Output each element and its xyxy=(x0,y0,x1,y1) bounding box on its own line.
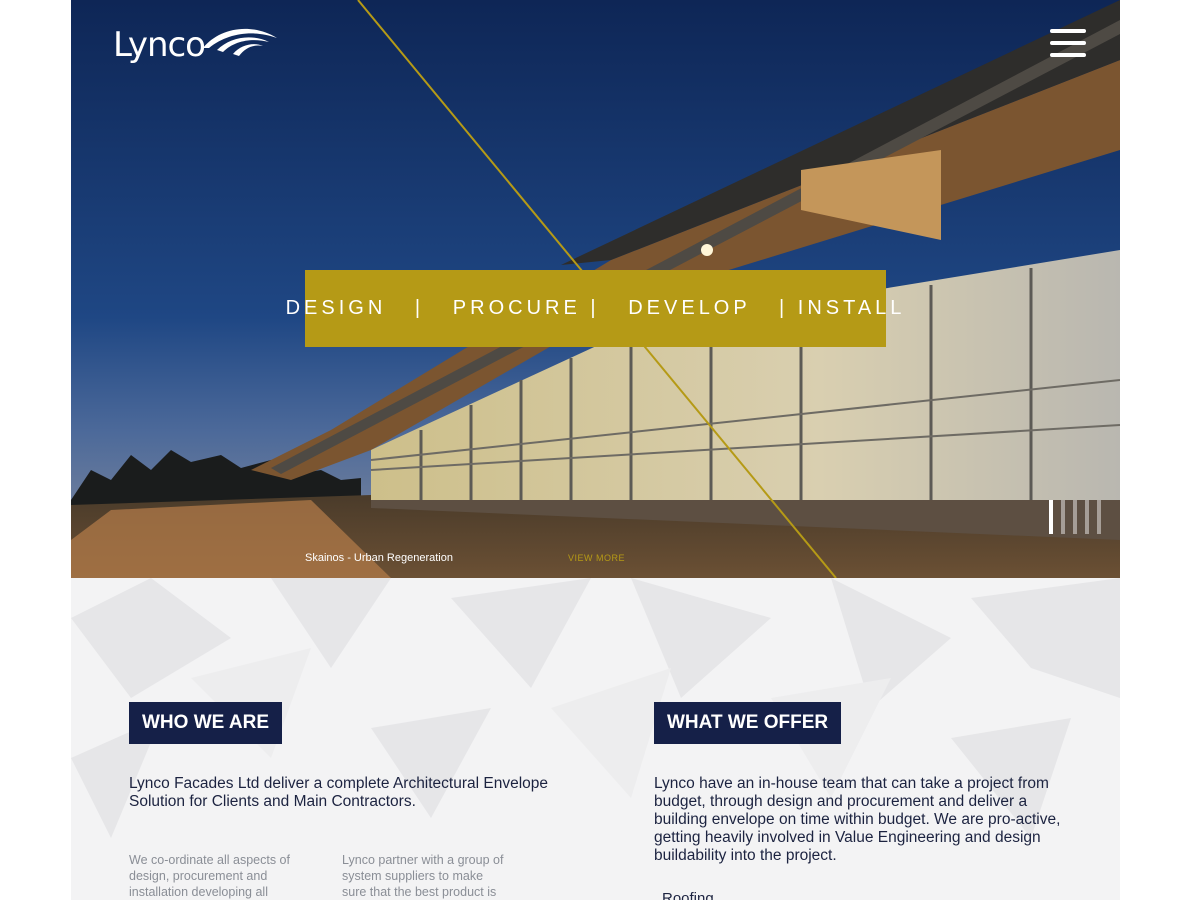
slide-caption: Skainos - Urban Regeneration xyxy=(305,552,453,564)
page: Lynco DESIGN | PROCURE | DEVELOP | INSTA… xyxy=(71,0,1120,900)
offer-item-roofing[interactable]: Roofing xyxy=(662,890,714,900)
slider-indicators xyxy=(1049,500,1101,534)
who-we-are-heading: WHO WE ARE xyxy=(129,702,283,744)
what-we-offer-section: WHAT WE OFFER Lynco have an in-house tea… xyxy=(654,702,1074,900)
menu-bar xyxy=(1050,41,1086,45)
who-we-are-columns: We co-ordinate all aspects of design, pr… xyxy=(129,852,599,900)
hero-slider: Lynco DESIGN | PROCURE | DEVELOP | INSTA… xyxy=(71,0,1120,578)
who-we-are-lead: Lynco Facades Ltd deliver a complete Arc… xyxy=(129,775,549,810)
slide-indicator[interactable] xyxy=(1061,500,1065,534)
hero-tagline: DESIGN | PROCURE | DEVELOP | INSTALL xyxy=(286,270,901,347)
slide-indicator[interactable] xyxy=(1073,500,1077,534)
who-we-are-text-1: We co-ordinate all aspects of design, pr… xyxy=(129,853,290,899)
who-we-are-section: WHO WE ARE Lynco Facades Ltd deliver a c… xyxy=(129,702,599,899)
what-we-offer-lead: Lynco have an in-house team that can tak… xyxy=(654,775,1061,864)
hamburger-menu-icon[interactable] xyxy=(1050,29,1086,61)
menu-bar xyxy=(1050,29,1086,33)
slide-indicator[interactable] xyxy=(1049,500,1053,534)
logo-text: Lynco xyxy=(113,25,206,65)
menu-bar xyxy=(1050,53,1086,57)
who-we-are-text-2: Lynco partner with a group of system sup… xyxy=(342,853,504,899)
slide-indicator[interactable] xyxy=(1097,500,1101,534)
content-section: WHO WE ARE Lynco Facades Ltd deliver a c… xyxy=(71,578,1120,900)
what-we-offer-heading: WHAT WE OFFER xyxy=(654,702,842,744)
logo-swoosh-icon xyxy=(203,28,277,56)
view-more-link[interactable]: VIEW MORE xyxy=(568,553,625,563)
slide-indicator[interactable] xyxy=(1085,500,1089,534)
lynco-logo[interactable]: Lynco xyxy=(113,22,279,62)
